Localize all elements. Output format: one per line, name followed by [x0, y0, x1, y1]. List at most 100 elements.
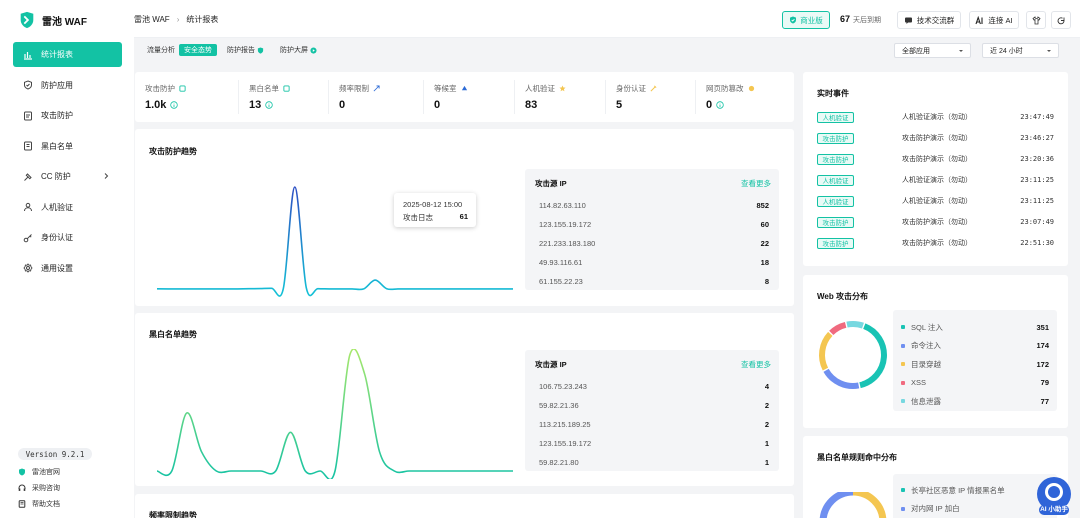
data-point[interactable] [258, 287, 262, 291]
tab-protection-report[interactable]: 防护报告 [222, 44, 269, 56]
connect-ai-button[interactable]: 连接 AI [969, 11, 1019, 29]
sidebar-item-cc-protection[interactable]: CC 防护 [13, 164, 122, 189]
app-select[interactable]: 全部应用 [894, 43, 971, 58]
stat-item[interactable]: 频率限制 0 [329, 72, 424, 122]
data-point[interactable] [155, 469, 159, 473]
purchase-consult-link[interactable]: 采购咨询 [18, 480, 60, 496]
source-ip-row[interactable]: 59.82.21.80 1 [539, 456, 769, 468]
sidebar-item-captcha[interactable]: 人机验证 [13, 195, 122, 220]
stat-item[interactable]: 黑白名单 13 [239, 72, 329, 122]
data-point[interactable] [274, 469, 278, 473]
data-point[interactable] [189, 287, 193, 291]
tab-traffic-analysis[interactable]: 流量分析 [142, 44, 180, 56]
sidebar-item-settings[interactable]: 通用设置 [13, 256, 122, 281]
source-ip-row[interactable]: 106.75.23.243 4 [539, 380, 769, 392]
data-point[interactable] [431, 287, 435, 291]
source-ip-row[interactable]: 123.155.19.172 60 [539, 218, 769, 230]
source-ip-row[interactable]: 113.215.189.25 2 [539, 418, 769, 430]
data-point[interactable] [419, 287, 423, 291]
data-point[interactable] [304, 286, 308, 290]
data-point[interactable] [178, 287, 182, 291]
data-point[interactable] [442, 287, 446, 291]
blacklist-trend-chart[interactable] [155, 349, 515, 479]
data-point[interactable] [392, 469, 396, 473]
data-point[interactable] [185, 411, 189, 415]
ai-assistant-button[interactable]: AI 小助手 [1034, 476, 1074, 516]
donut-slice[interactable] [819, 331, 833, 371]
legend-item[interactable]: SQL 注入 351 [901, 321, 1049, 333]
donut-slice[interactable] [823, 368, 860, 389]
info-icon[interactable] [716, 101, 724, 109]
event-row[interactable]: 攻击防护 攻击防护演示（勿动） 23:07:49 [817, 216, 1054, 228]
legend-item[interactable]: 长亭社区恶意 IP 情报黑名单 [901, 484, 1049, 496]
data-point[interactable] [224, 287, 228, 291]
data-point[interactable] [511, 287, 515, 291]
app-logo[interactable]: 雷池 WAF [18, 10, 87, 30]
data-point[interactable] [214, 469, 218, 473]
data-point[interactable] [452, 469, 456, 473]
data-point[interactable] [465, 287, 469, 291]
data-point[interactable] [362, 287, 366, 291]
data-point[interactable] [348, 353, 352, 357]
data-point[interactable] [244, 469, 248, 473]
event-row[interactable]: 攻击防护 攻击防护演示（勿动） 22:51:30 [817, 237, 1054, 249]
data-point[interactable] [289, 430, 293, 434]
data-point[interactable] [500, 287, 504, 291]
data-point[interactable] [488, 287, 492, 291]
data-point[interactable] [422, 469, 426, 473]
info-icon[interactable] [170, 101, 179, 109]
data-point[interactable] [363, 372, 367, 376]
info-icon[interactable] [265, 101, 273, 109]
data-point[interactable] [155, 287, 159, 291]
data-point[interactable] [378, 450, 382, 454]
community-group-button[interactable]: 技术交流群 [897, 11, 961, 29]
stat-item[interactable]: 网页防篡改 0 [696, 72, 794, 122]
data-point[interactable] [481, 469, 485, 473]
stat-item[interactable]: 人机验证 83 [515, 72, 606, 122]
data-point[interactable] [496, 469, 500, 473]
sidebar-item-attack-protection[interactable]: 攻击防护 [13, 103, 122, 128]
data-point[interactable] [316, 287, 320, 291]
attack-source-more-link[interactable]: 查看更多 [741, 178, 771, 189]
data-point[interactable] [212, 287, 216, 291]
data-point[interactable] [467, 469, 471, 473]
data-point[interactable] [333, 469, 337, 473]
tab-security-posture[interactable]: 安全态势 [179, 44, 217, 56]
edition-badge[interactable]: 商业版 [782, 11, 830, 29]
legend-item[interactable]: XSS 79 [901, 377, 1049, 389]
help-docs-link[interactable]: 帮助文档 [18, 496, 60, 512]
data-point[interactable] [408, 287, 412, 291]
legend-item[interactable]: 信息泄露 77 [901, 395, 1049, 407]
sidebar-item-blacklist[interactable]: 黑白名单 [13, 134, 122, 159]
data-point[interactable] [200, 450, 204, 454]
data-point[interactable] [327, 287, 331, 291]
data-point[interactable] [259, 469, 263, 473]
donut-slice[interactable] [859, 323, 887, 389]
source-ip-row[interactable]: 61.155.22.23 8 [539, 275, 769, 287]
event-row[interactable]: 攻击防护 攻击防护演示（勿动） 23:20:36 [817, 153, 1054, 165]
event-row[interactable]: 人机验证 人机验证演示（勿动） 23:47:49 [817, 111, 1054, 123]
data-point[interactable] [339, 287, 343, 291]
data-point[interactable] [350, 287, 354, 291]
stat-item[interactable]: 等候室 0 [424, 72, 515, 122]
legend-item[interactable]: 对内网 IP 加白 [901, 503, 1049, 515]
web-attack-donut[interactable] [815, 317, 891, 393]
data-point[interactable] [281, 287, 285, 291]
data-point[interactable] [385, 287, 389, 291]
data-point[interactable] [407, 469, 411, 473]
event-row[interactable]: 攻击防护 攻击防护演示（勿动） 23:46:27 [817, 132, 1054, 144]
legend-item[interactable]: 目录穿越 172 [901, 358, 1049, 370]
source-ip-row[interactable]: 59.82.21.36 2 [539, 399, 769, 411]
attack-trend-chart[interactable] [155, 169, 515, 299]
data-point[interactable] [247, 287, 251, 291]
source-ip-row[interactable]: 221.233.183.180 22 [539, 237, 769, 249]
event-row[interactable]: 人机验证 人机验证演示（勿动） 23:11:25 [817, 174, 1054, 186]
data-point[interactable] [293, 185, 297, 189]
blacklist-rules-donut[interactable] [815, 492, 891, 518]
data-point[interactable] [270, 286, 274, 290]
data-point[interactable] [318, 469, 322, 473]
stat-item[interactable]: 身份认证 5 [606, 72, 696, 122]
donut-slice[interactable] [829, 321, 847, 336]
breadcrumb-root[interactable]: 雷池 WAF [134, 14, 170, 25]
data-point[interactable] [303, 469, 307, 473]
